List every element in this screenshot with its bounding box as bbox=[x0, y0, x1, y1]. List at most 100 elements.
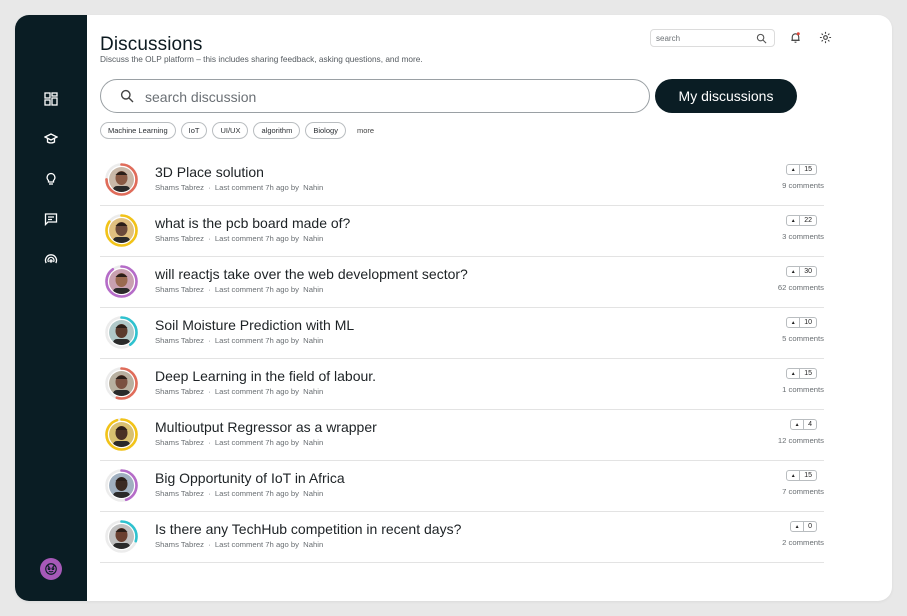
upvote-arrow-icon[interactable]: ▲ bbox=[791, 522, 805, 531]
author-avatar[interactable] bbox=[104, 366, 139, 401]
discussion-row[interactable]: Big Opportunity of IoT in Africa Shams T… bbox=[100, 461, 824, 512]
discussion-search-input[interactable] bbox=[145, 88, 625, 106]
vote-widget: ▲ 15 bbox=[786, 164, 817, 175]
vote-widget: ▲ 15 bbox=[786, 470, 817, 481]
upvote-arrow-icon[interactable]: ▲ bbox=[787, 165, 801, 174]
top-search-box bbox=[650, 29, 775, 47]
discussion-title[interactable]: Deep Learning in the field of labour. bbox=[155, 368, 376, 384]
comment-count[interactable]: 9 comments bbox=[782, 181, 824, 190]
dashboard-icon[interactable] bbox=[43, 91, 59, 107]
last-comment-text: Last comment 7h ago by bbox=[214, 234, 300, 243]
upvote-arrow-icon[interactable]: ▲ bbox=[787, 471, 801, 480]
tag-chip[interactable]: algorithm bbox=[253, 122, 301, 139]
tag-filter-list: Machine Learning IoT UI/UX algorithm Biology… bbox=[100, 122, 374, 139]
avatar-photo bbox=[109, 320, 134, 345]
author-name: Shams Tabrez bbox=[155, 387, 204, 396]
lightbulb-icon[interactable] bbox=[43, 171, 59, 187]
last-commenter-name: Nahin bbox=[303, 234, 324, 243]
author-name: Shams Tabrez bbox=[155, 183, 204, 192]
tag-chip[interactable]: Biology bbox=[305, 122, 346, 139]
discussion-meta: Shams Tabrez · Last comment 7h ago by Na… bbox=[155, 438, 325, 447]
author-avatar[interactable] bbox=[104, 264, 139, 299]
vote-widget: ▲ 15 bbox=[786, 368, 817, 379]
discussion-row[interactable]: Soil Moisture Prediction with ML Shams T… bbox=[100, 308, 824, 359]
sidebar bbox=[15, 15, 87, 601]
avatar-photo bbox=[109, 218, 134, 243]
author-name: Shams Tabrez bbox=[155, 540, 204, 549]
upvote-arrow-icon[interactable]: ▲ bbox=[787, 216, 801, 225]
upvote-arrow-icon[interactable]: ▲ bbox=[791, 420, 805, 429]
user-avatar-icon[interactable] bbox=[40, 558, 62, 580]
discussion-meta: Shams Tabrez · Last comment 7h ago by Na… bbox=[155, 183, 325, 192]
vote-count: 0 bbox=[808, 523, 812, 530]
meta-separator: · bbox=[208, 183, 211, 192]
broadcast-icon[interactable] bbox=[43, 251, 59, 267]
author-avatar[interactable] bbox=[104, 315, 139, 350]
bell-icon[interactable] bbox=[789, 31, 802, 44]
last-commenter-name: Nahin bbox=[303, 540, 324, 549]
discussion-title[interactable]: Big Opportunity of IoT in Africa bbox=[155, 470, 345, 486]
discussion-row[interactable]: will reactjs take over the web developme… bbox=[100, 257, 824, 308]
gear-icon[interactable] bbox=[819, 31, 832, 44]
avatar-photo bbox=[109, 167, 134, 192]
main-content: Discussions Discuss the OLP platform – t… bbox=[87, 15, 892, 601]
top-search-input[interactable] bbox=[656, 32, 751, 44]
meta-separator: · bbox=[208, 489, 211, 498]
graduation-cap-icon[interactable] bbox=[43, 131, 59, 147]
avatar-photo bbox=[109, 473, 134, 498]
author-avatar[interactable] bbox=[104, 519, 139, 554]
tag-chip[interactable]: IoT bbox=[180, 122, 208, 139]
my-discussions-button[interactable]: My discussions bbox=[655, 79, 797, 113]
author-name: Shams Tabrez bbox=[155, 438, 204, 447]
comment-count[interactable]: 62 comments bbox=[778, 283, 824, 292]
author-name: Shams Tabrez bbox=[155, 285, 204, 294]
last-comment-text: Last comment 7h ago by bbox=[214, 387, 300, 396]
upvote-arrow-icon[interactable]: ▲ bbox=[787, 267, 801, 276]
discussion-row[interactable]: what is the pcb board made of? Shams Tab… bbox=[100, 206, 824, 257]
last-comment-text: Last comment 7h ago by bbox=[214, 183, 300, 192]
last-commenter-name: Nahin bbox=[303, 285, 324, 294]
upvote-arrow-icon[interactable]: ▲ bbox=[787, 369, 801, 378]
page-title: Discussions bbox=[100, 34, 203, 55]
discussion-row[interactable]: Is there any TechHub competition in rece… bbox=[100, 512, 824, 563]
discussion-title[interactable]: will reactjs take over the web developme… bbox=[155, 266, 468, 282]
discussion-title[interactable]: Is there any TechHub competition in rece… bbox=[155, 521, 461, 537]
tag-chip[interactable]: Machine Learning bbox=[100, 122, 176, 139]
author-avatar[interactable] bbox=[104, 213, 139, 248]
discussion-title[interactable]: Multioutput Regressor as a wrapper bbox=[155, 419, 377, 435]
comment-count[interactable]: 7 comments bbox=[782, 487, 824, 496]
tag-chip[interactable]: UI/UX bbox=[212, 122, 249, 139]
chat-icon[interactable] bbox=[43, 211, 59, 227]
last-comment-text: Last comment 7h ago by bbox=[214, 285, 300, 294]
last-commenter-name: Nahin bbox=[303, 438, 324, 447]
discussion-meta: Shams Tabrez · Last comment 7h ago by Na… bbox=[155, 489, 325, 498]
author-name: Shams Tabrez bbox=[155, 234, 204, 243]
discussion-title[interactable]: 3D Place solution bbox=[155, 164, 264, 180]
author-avatar[interactable] bbox=[104, 417, 139, 452]
comment-count[interactable]: 2 comments bbox=[782, 538, 824, 547]
discussion-row[interactable]: Multioutput Regressor as a wrapper Shams… bbox=[100, 410, 824, 461]
tags-more-link[interactable]: more bbox=[357, 126, 374, 135]
avatar-photo bbox=[109, 269, 134, 294]
comment-count[interactable]: 1 comments bbox=[782, 385, 824, 394]
meta-separator: · bbox=[208, 336, 211, 345]
discussion-list: 3D Place solution Shams Tabrez · Last co… bbox=[100, 155, 824, 563]
discussion-row[interactable]: Deep Learning in the field of labour. Sh… bbox=[100, 359, 824, 410]
vote-widget: ▲ 10 bbox=[786, 317, 817, 328]
vote-widget: ▲ 4 bbox=[790, 419, 817, 430]
search-icon[interactable] bbox=[756, 33, 767, 44]
avatar-photo bbox=[109, 524, 134, 549]
discussion-title[interactable]: Soil Moisture Prediction with ML bbox=[155, 317, 354, 333]
discussion-row[interactable]: 3D Place solution Shams Tabrez · Last co… bbox=[100, 155, 824, 206]
upvote-arrow-icon[interactable]: ▲ bbox=[787, 318, 801, 327]
search-icon bbox=[120, 89, 134, 103]
discussion-title[interactable]: what is the pcb board made of? bbox=[155, 215, 350, 231]
meta-separator: · bbox=[208, 438, 211, 447]
comment-count[interactable]: 3 comments bbox=[782, 232, 824, 241]
avatar-photo bbox=[109, 422, 134, 447]
vote-count: 22 bbox=[804, 217, 812, 224]
comment-count[interactable]: 12 comments bbox=[778, 436, 824, 445]
comment-count[interactable]: 5 comments bbox=[782, 334, 824, 343]
author-avatar[interactable] bbox=[104, 468, 139, 503]
author-avatar[interactable] bbox=[104, 162, 139, 197]
